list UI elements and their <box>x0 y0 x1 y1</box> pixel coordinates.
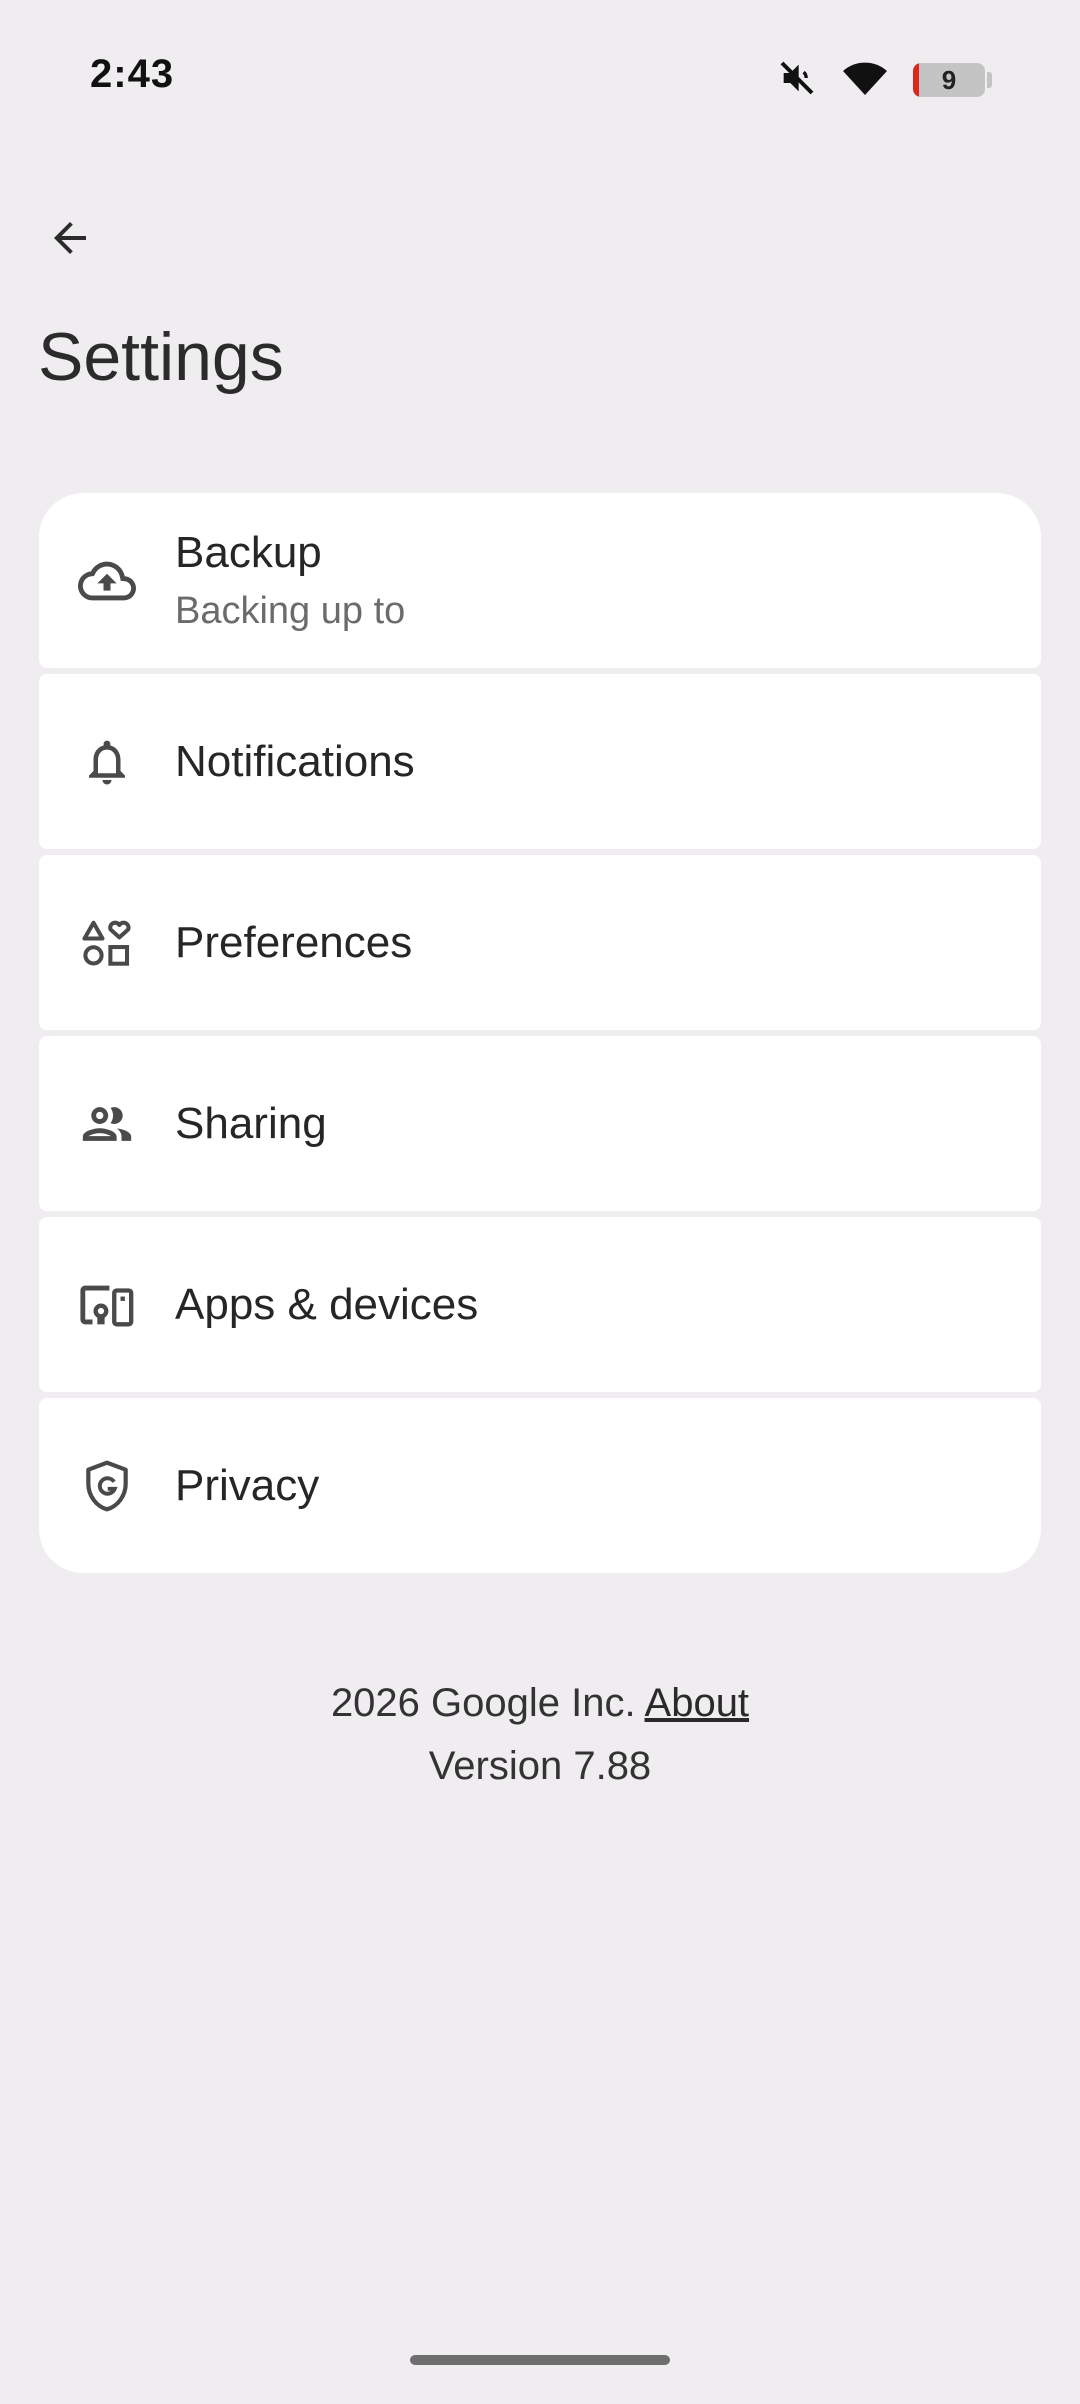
home-indicator[interactable] <box>410 2355 670 2365</box>
item-label: Backup <box>175 528 322 577</box>
about-link[interactable]: About <box>645 1681 750 1725</box>
item-text: Backup Backing up to <box>175 528 405 633</box>
bell-icon <box>77 732 137 792</box>
battery-fill <box>913 63 920 97</box>
shapes-heart-icon <box>77 913 137 973</box>
battery: 9 <box>913 63 985 97</box>
mute-icon <box>777 58 817 103</box>
item-label: Apps & devices <box>175 1279 479 1329</box>
page-title: Settings <box>38 319 284 395</box>
footer: 2026 Google Inc. About Version 7.88 <box>0 1672 1080 1798</box>
settings-item-notifications[interactable]: Notifications <box>39 674 1041 849</box>
status-icons: 9 <box>777 58 992 102</box>
status-bar: 2:43 9 <box>0 0 1080 160</box>
status-time: 2:43 <box>90 52 175 96</box>
item-label: Privacy <box>175 1460 320 1510</box>
settings-list: Backup Backing up to Notifications Prefe… <box>39 493 1041 1573</box>
battery-level: 9 <box>941 64 957 95</box>
shield-g-icon <box>77 1456 137 1516</box>
settings-item-apps-devices[interactable]: Apps & devices <box>39 1217 1041 1392</box>
arrow-back-icon <box>46 214 94 267</box>
item-text: Apps & devices <box>175 1280 478 1330</box>
item-text: Notifications <box>175 737 415 787</box>
cloud-upload-icon <box>77 551 137 611</box>
back-button[interactable] <box>30 200 110 280</box>
people-icon <box>77 1094 137 1154</box>
settings-item-backup[interactable]: Backup Backing up to <box>39 493 1041 668</box>
item-label: Preferences <box>175 917 413 967</box>
version-text: Version 7.88 <box>428 1744 652 1788</box>
item-text: Preferences <box>175 918 412 968</box>
devices-icon <box>77 1275 137 1335</box>
copyright-text: 2026 Google Inc. <box>330 1681 636 1725</box>
item-text: Privacy <box>175 1461 319 1511</box>
battery-cap <box>987 72 992 88</box>
settings-item-sharing[interactable]: Sharing <box>39 1036 1041 1211</box>
wifi-icon <box>841 58 889 103</box>
item-label: Notifications <box>175 736 415 786</box>
item-label: Sharing <box>175 1098 327 1148</box>
battery-icon: 9 <box>913 63 992 97</box>
item-subtitle: Backing up to <box>175 590 406 632</box>
settings-item-privacy[interactable]: Privacy <box>39 1398 1041 1573</box>
item-text: Sharing <box>175 1099 327 1149</box>
footer-copyright-line: 2026 Google Inc. About <box>0 1672 1080 1735</box>
settings-item-preferences[interactable]: Preferences <box>39 855 1041 1030</box>
